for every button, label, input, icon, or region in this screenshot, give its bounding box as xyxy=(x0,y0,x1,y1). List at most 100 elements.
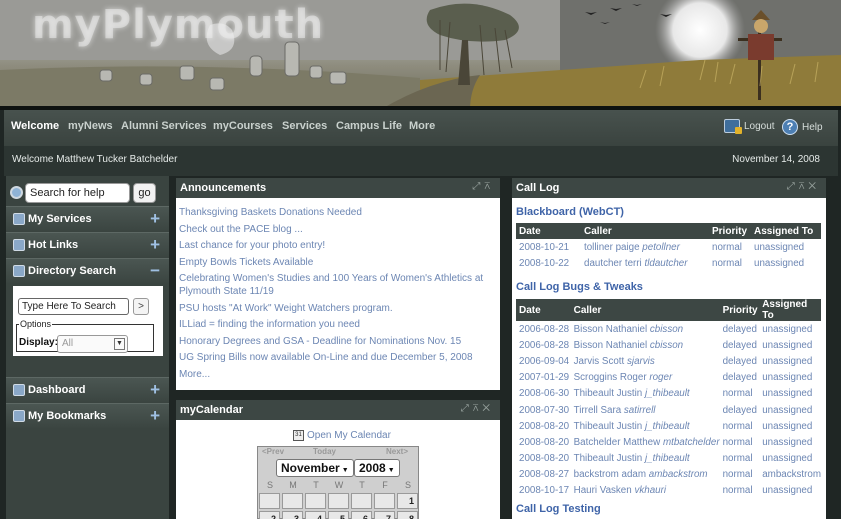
announcement-link[interactable]: Honorary Degrees and GSA - Deadline for … xyxy=(179,335,494,348)
cell-caller[interactable]: Hauri Vasken vkhauri xyxy=(571,483,720,499)
sidebar-item-directory-search[interactable]: Directory Search − xyxy=(6,258,169,283)
announcement-link[interactable]: UG Spring Bills now available On-Line an… xyxy=(179,351,494,364)
calendar-day-cell[interactable] xyxy=(282,493,303,509)
table-row[interactable]: 2008-07-30 Tirrell Sara satirrell delayed u… xyxy=(516,402,821,418)
cell-date[interactable]: 2008-10-22 xyxy=(516,255,581,271)
calendar-day-cell[interactable]: 2 xyxy=(259,511,280,519)
cell-date[interactable]: 2006-09-04 xyxy=(516,353,571,369)
cell-caller[interactable]: dautcher terri tldautcher xyxy=(581,255,709,271)
nav-item-mynews[interactable]: myNews xyxy=(68,120,113,132)
today-link[interactable]: Today xyxy=(313,447,336,456)
calendar-day-cell[interactable] xyxy=(374,493,395,509)
calendar-day-cell[interactable]: 7 xyxy=(374,511,395,519)
cell-caller[interactable]: Tirrell Sara satirrell xyxy=(571,402,720,418)
cell-date[interactable]: 2008-08-27 xyxy=(516,467,571,483)
sidebar-item-dashboard[interactable]: Dashboard + xyxy=(6,377,169,402)
portlet-controls[interactable]: ⤢⊼✕ xyxy=(461,403,494,414)
next-month-link[interactable]: Next> xyxy=(386,447,408,456)
calendar-day-cell[interactable]: 6 xyxy=(351,511,372,519)
help-link[interactable]: ? Help xyxy=(782,119,823,135)
directory-search-submit-button[interactable]: > xyxy=(133,298,149,315)
directory-search-input[interactable] xyxy=(18,298,129,315)
display-select[interactable]: All ▼ xyxy=(57,335,128,353)
cell-date[interactable]: 2006-08-28 xyxy=(516,321,571,337)
portlet-controls[interactable]: ⤢⊼ xyxy=(472,181,494,192)
cell-date[interactable]: 2008-06-30 xyxy=(516,386,571,402)
cell-caller[interactable]: tolliner paige petollner xyxy=(581,239,709,255)
announcement-link[interactable]: PSU hosts "At Work" Weight Watchers prog… xyxy=(179,302,494,315)
nav-item-campus-life[interactable]: Campus Life xyxy=(336,120,402,132)
nav-item-mycourses[interactable]: myCourses xyxy=(213,120,273,132)
cell-date[interactable]: 2008-08-20 xyxy=(516,418,571,434)
announcement-link[interactable]: Last chance for your photo entry! xyxy=(179,239,494,252)
announcement-link[interactable]: Empty Bowls Tickets Available xyxy=(179,256,494,269)
table-row[interactable]: 2006-08-28 Bisson Nathaniel cbisson delaye… xyxy=(516,337,821,353)
expand-plus-icon[interactable]: + xyxy=(150,380,160,400)
announcement-link[interactable]: Celebrating Women's Studies and 100 Year… xyxy=(179,272,494,298)
table-row[interactable]: 2006-09-04 Jarvis Scott sjarvis delayed una… xyxy=(516,353,821,369)
call-log-section-title[interactable]: Blackboard (WebCT) xyxy=(516,206,624,218)
expand-plus-icon[interactable]: + xyxy=(150,235,160,255)
month-select[interactable]: November ▼ xyxy=(276,459,354,477)
calendar-day-cell[interactable]: 3 xyxy=(282,511,303,519)
calendar-day-cell[interactable]: 8 xyxy=(397,511,418,519)
expand-plus-icon[interactable]: + xyxy=(150,406,160,426)
cell-date[interactable]: 2008-10-17 xyxy=(516,483,571,499)
table-row[interactable]: 2008-08-20 Thibeault Justin j_thibeault no… xyxy=(516,418,821,434)
cell-caller[interactable]: Scroggins Roger roger xyxy=(571,370,720,386)
site-logo[interactable]: myPlymouth xyxy=(32,2,324,48)
calendar-day-cell[interactable] xyxy=(305,493,326,509)
cell-date[interactable]: 2008-08-20 xyxy=(516,434,571,450)
calendar-day-cell[interactable]: 4 xyxy=(305,511,326,519)
calendar-day-cell[interactable] xyxy=(328,493,349,509)
collapse-minus-icon[interactable]: − xyxy=(150,261,160,281)
cell-caller[interactable]: Bisson Nathaniel cbisson xyxy=(571,321,720,337)
cell-caller[interactable]: Thibeault Justin j_thibeault xyxy=(571,418,720,434)
table-row[interactable]: 2008-10-17 Hauri Vasken vkhauri normal unas… xyxy=(516,483,821,499)
table-row[interactable]: 2008-08-27 backstrom adam ambackstrom norm… xyxy=(516,467,821,483)
calendar-day-cell[interactable] xyxy=(259,493,280,509)
nav-item-welcome[interactable]: Welcome xyxy=(11,120,59,132)
logout-link[interactable]: Logout xyxy=(724,119,775,134)
calendar-day-cell[interactable]: 5 xyxy=(328,511,349,519)
open-calendar-link[interactable]: 31 Open My Calendar xyxy=(293,430,391,441)
cell-date[interactable]: 2006-08-28 xyxy=(516,337,571,353)
cell-caller[interactable]: Jarvis Scott sjarvis xyxy=(571,353,720,369)
year-select[interactable]: 2008 ▼ xyxy=(354,459,400,477)
announcement-link[interactable]: Thanksgiving Baskets Donations Needed xyxy=(179,206,494,219)
portlet-controls[interactable]: ⤢⊼✕ xyxy=(787,181,820,192)
help-search-input[interactable] xyxy=(25,183,130,203)
table-row[interactable]: 2008-08-20 Batchelder Matthew mtbatchelde… xyxy=(516,434,821,450)
call-log-section-title[interactable]: Call Log Testing xyxy=(516,503,601,515)
sidebar-item-my-services[interactable]: My Services + xyxy=(6,206,169,231)
announcement-link[interactable]: ILLiad = finding the information you nee… xyxy=(179,318,494,331)
calendar-day-cell[interactable] xyxy=(351,493,372,509)
cell-caller[interactable]: backstrom adam ambackstrom xyxy=(571,467,720,483)
cell-date[interactable]: 2007-01-29 xyxy=(516,370,571,386)
table-row[interactable]: 2008-08-20 Thibeault Justin j_thibeault no… xyxy=(516,451,821,467)
cell-caller[interactable]: Batchelder Matthew mtbatchelder xyxy=(571,434,720,450)
cell-date[interactable]: 2008-08-20 xyxy=(516,451,571,467)
nav-item-alumni-services[interactable]: Alumni Services xyxy=(121,120,207,132)
table-row[interactable]: 2008-10-22 dautcher terri tldautcher norma… xyxy=(516,255,821,271)
cell-date[interactable]: 2008-07-30 xyxy=(516,402,571,418)
announcement-link[interactable]: Check out the PACE blog ... xyxy=(179,223,494,236)
expand-plus-icon[interactable]: + xyxy=(150,209,160,229)
table-row[interactable]: 2007-01-29 Scroggins Roger roger delayed un… xyxy=(516,370,821,386)
table-row[interactable]: 2006-08-28 Bisson Nathaniel cbisson delaye… xyxy=(516,321,821,337)
table-row[interactable]: 2008-06-30 Thibeault Justin j_thibeault no… xyxy=(516,386,821,402)
cell-date[interactable]: 2008-10-21 xyxy=(516,239,581,255)
prev-month-link[interactable]: <Prev xyxy=(262,447,284,456)
nav-item-more[interactable]: More xyxy=(409,120,435,132)
call-log-section-title[interactable]: Call Log Bugs & Tweaks xyxy=(516,281,643,293)
table-row[interactable]: 2008-10-21 tolliner paige petollner normal… xyxy=(516,239,821,255)
nav-item-services[interactable]: Services xyxy=(282,120,327,132)
help-search-go-button[interactable]: go xyxy=(133,183,156,203)
more-link[interactable]: More... xyxy=(179,368,494,381)
cell-caller[interactable]: Thibeault Justin j_thibeault xyxy=(571,451,720,467)
cell-caller[interactable]: Thibeault Justin j_thibeault xyxy=(571,386,720,402)
cell-caller[interactable]: Bisson Nathaniel cbisson xyxy=(571,337,720,353)
sidebar-item-hot-links[interactable]: Hot Links + xyxy=(6,232,169,257)
calendar-day-cell[interactable]: 1 xyxy=(397,493,418,509)
sidebar-item-my-bookmarks[interactable]: My Bookmarks + xyxy=(6,403,169,428)
